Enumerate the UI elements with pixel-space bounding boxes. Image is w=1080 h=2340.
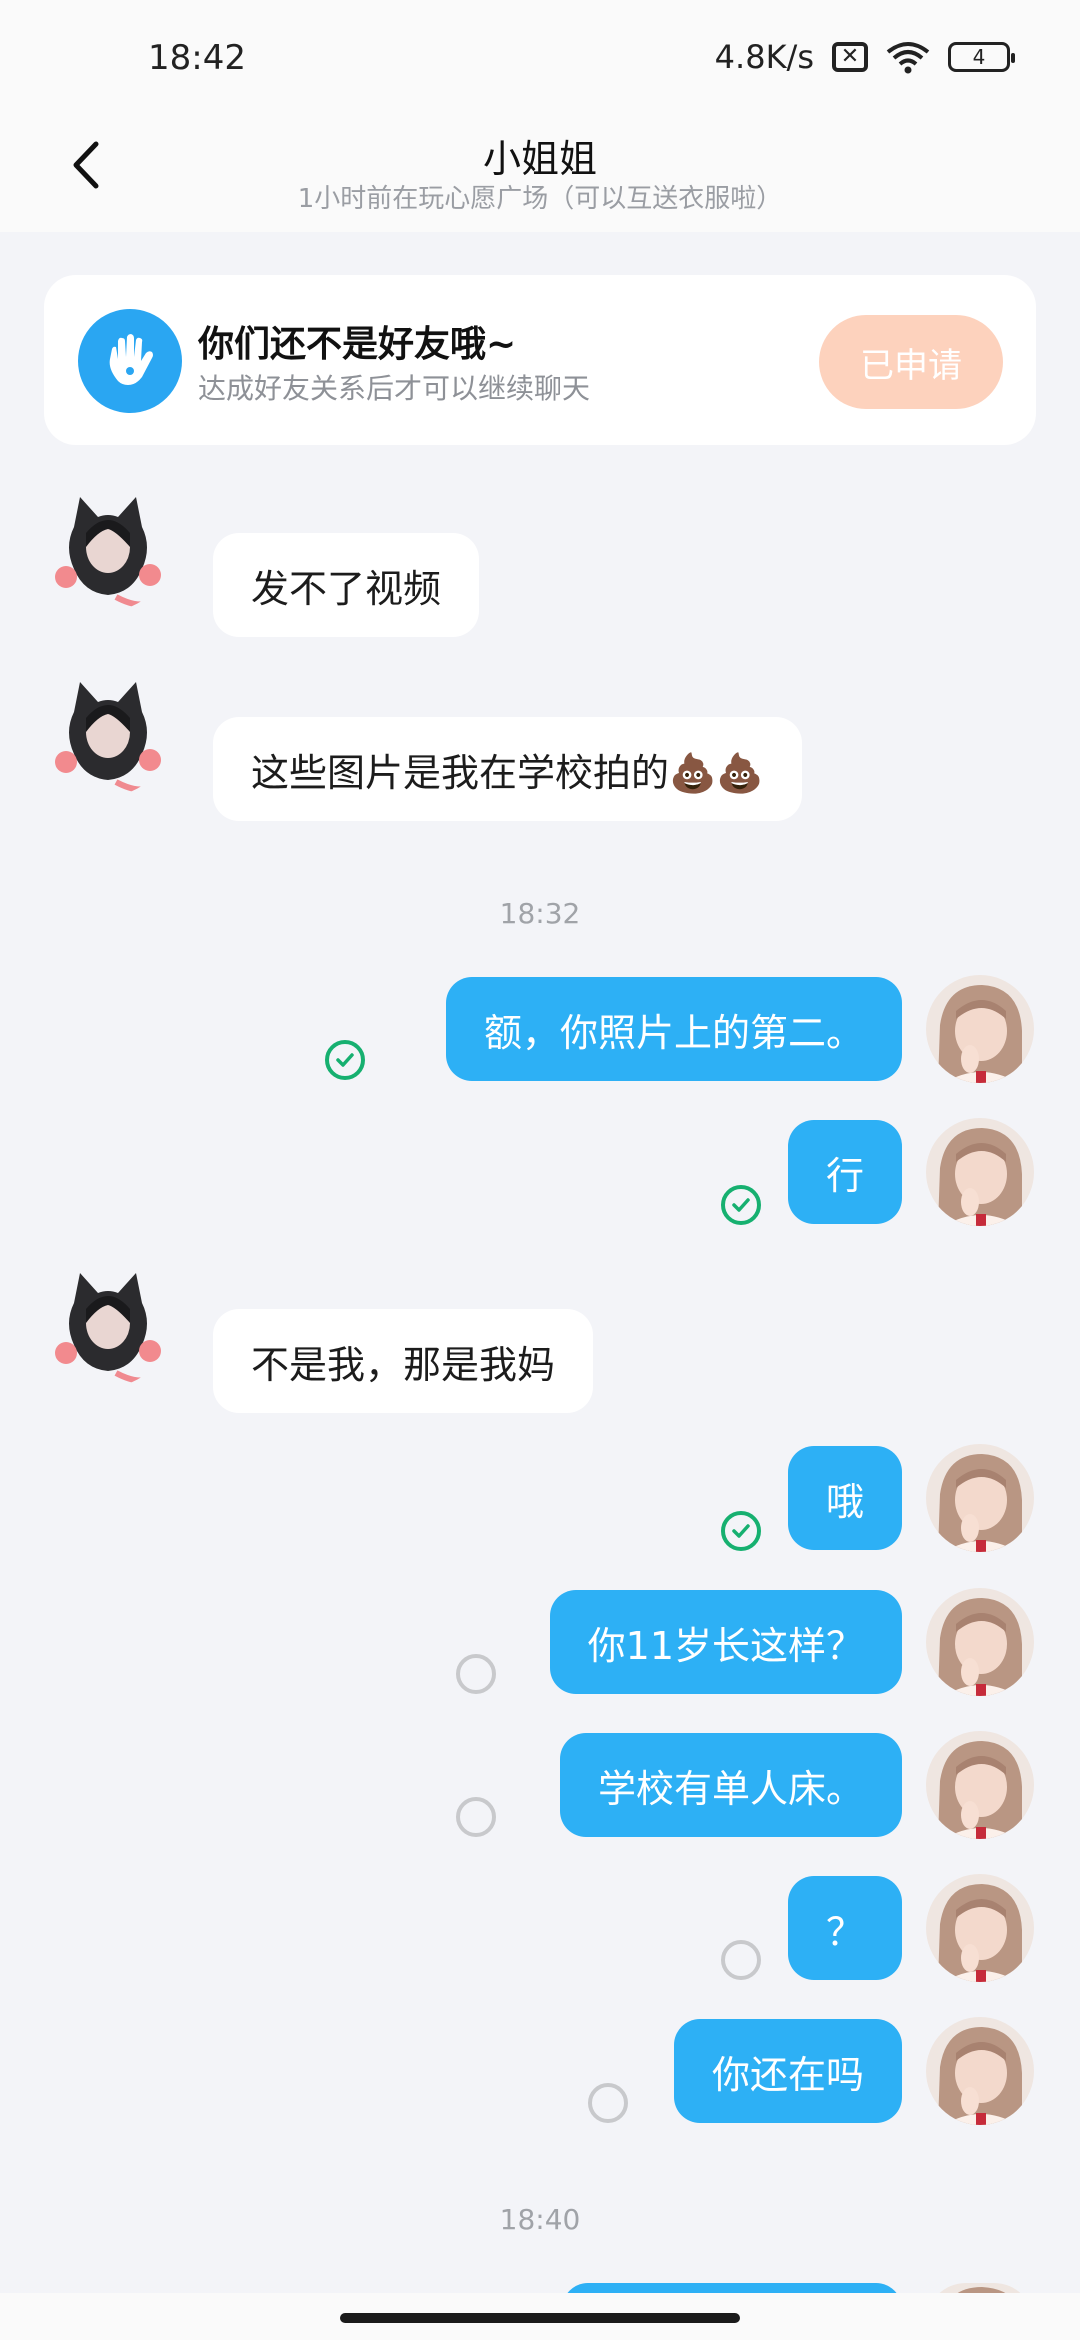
unread-circle-icon bbox=[456, 1797, 496, 1837]
banner-title: 你们还不是好友哦~ bbox=[198, 324, 517, 365]
my-avatar[interactable] bbox=[926, 1874, 1034, 1982]
message-bubble-incoming[interactable]: 这些图片是我在学校拍的💩💩 bbox=[213, 717, 802, 821]
message-bubble-outgoing[interactable]: ？ bbox=[787, 1876, 902, 1980]
timestamp-divider: 18:40 bbox=[499, 2203, 581, 2236]
message-text: 这些图片是我在学校拍的💩💩 bbox=[251, 750, 764, 795]
contact-avatar[interactable] bbox=[46, 672, 170, 796]
applied-button[interactable]: 已申请 bbox=[819, 315, 1003, 409]
battery-level: 4 bbox=[972, 45, 986, 69]
my-avatar[interactable] bbox=[926, 975, 1034, 1083]
friend-request-banner: 你们还不是好友哦~ 达成好友关系后才可以继续聊天 已申请 bbox=[44, 275, 1036, 445]
banner-subtitle: 达成好友关系后才可以继续聊天 bbox=[198, 372, 591, 405]
my-avatar[interactable] bbox=[926, 1588, 1034, 1696]
contact-avatar[interactable] bbox=[46, 487, 170, 611]
home-indicator[interactable] bbox=[340, 2313, 740, 2323]
message-bubble-outgoing[interactable]: 你11岁长这样？ bbox=[549, 1590, 902, 1694]
message-bubble-outgoing[interactable]: 行 bbox=[787, 1120, 902, 1224]
unread-circle-icon bbox=[721, 1940, 761, 1980]
message-text: 你11岁长这样？ bbox=[587, 1623, 864, 1668]
read-check-icon bbox=[721, 1511, 761, 1551]
read-check-icon bbox=[721, 1185, 761, 1225]
message-text: 行 bbox=[825, 1153, 864, 1198]
contact-avatar[interactable] bbox=[46, 1263, 170, 1387]
message-text: 学校有单人床。 bbox=[597, 1766, 864, 1811]
battery-icon: 4 bbox=[948, 42, 1015, 72]
wifi-icon bbox=[886, 42, 930, 74]
my-avatar[interactable] bbox=[926, 1731, 1034, 1839]
message-text: ？ bbox=[825, 1909, 864, 1954]
message-text: 发不了视频 bbox=[251, 566, 442, 611]
timestamp-divider: 18:32 bbox=[499, 897, 581, 930]
unread-circle-icon bbox=[456, 1654, 496, 1694]
no-sim-icon: ✕ bbox=[832, 42, 868, 72]
message-bubble-outgoing[interactable]: 哦 bbox=[787, 1446, 902, 1550]
message-text: 不是我，那是我妈 bbox=[251, 1342, 556, 1387]
status-time: 18:42 bbox=[148, 38, 246, 78]
message-text: 你还在吗 bbox=[711, 2052, 864, 2097]
navigation-bar bbox=[0, 2293, 1080, 2340]
network-speed: 4.8K/s bbox=[714, 38, 814, 76]
message-bubble-incoming[interactable]: 发不了视频 bbox=[213, 533, 480, 637]
message-text: 哦 bbox=[825, 1479, 864, 1524]
read-check-icon bbox=[325, 1040, 365, 1080]
chat-header: 小姐姐 1小时前在玩心愿广场（可以互送衣服啦） bbox=[0, 110, 1080, 232]
message-bubble-incoming[interactable]: 不是我，那是我妈 bbox=[213, 1309, 594, 1413]
hand-wave-icon bbox=[78, 309, 182, 413]
message-bubble-outgoing[interactable]: 你还在吗 bbox=[673, 2019, 902, 2123]
my-avatar[interactable] bbox=[926, 2017, 1034, 2125]
status-icons: 4.8K/s ✕ 4 bbox=[714, 38, 1015, 76]
contact-name: 小姐姐 bbox=[482, 137, 597, 181]
my-avatar[interactable] bbox=[926, 1444, 1034, 1552]
unread-circle-icon bbox=[588, 2083, 628, 2123]
message-bubble-outgoing[interactable]: 额，你照片上的第二。 bbox=[445, 977, 902, 1081]
status-bar: 18:42 4.8K/s ✕ 4 bbox=[0, 0, 1080, 110]
my-avatar[interactable] bbox=[926, 1118, 1034, 1226]
contact-status: 1小时前在玩心愿广场（可以互送衣服啦） bbox=[297, 184, 783, 214]
message-text: 额，你照片上的第二。 bbox=[483, 1010, 864, 1055]
message-bubble-outgoing[interactable]: 学校有单人床。 bbox=[559, 1733, 902, 1837]
